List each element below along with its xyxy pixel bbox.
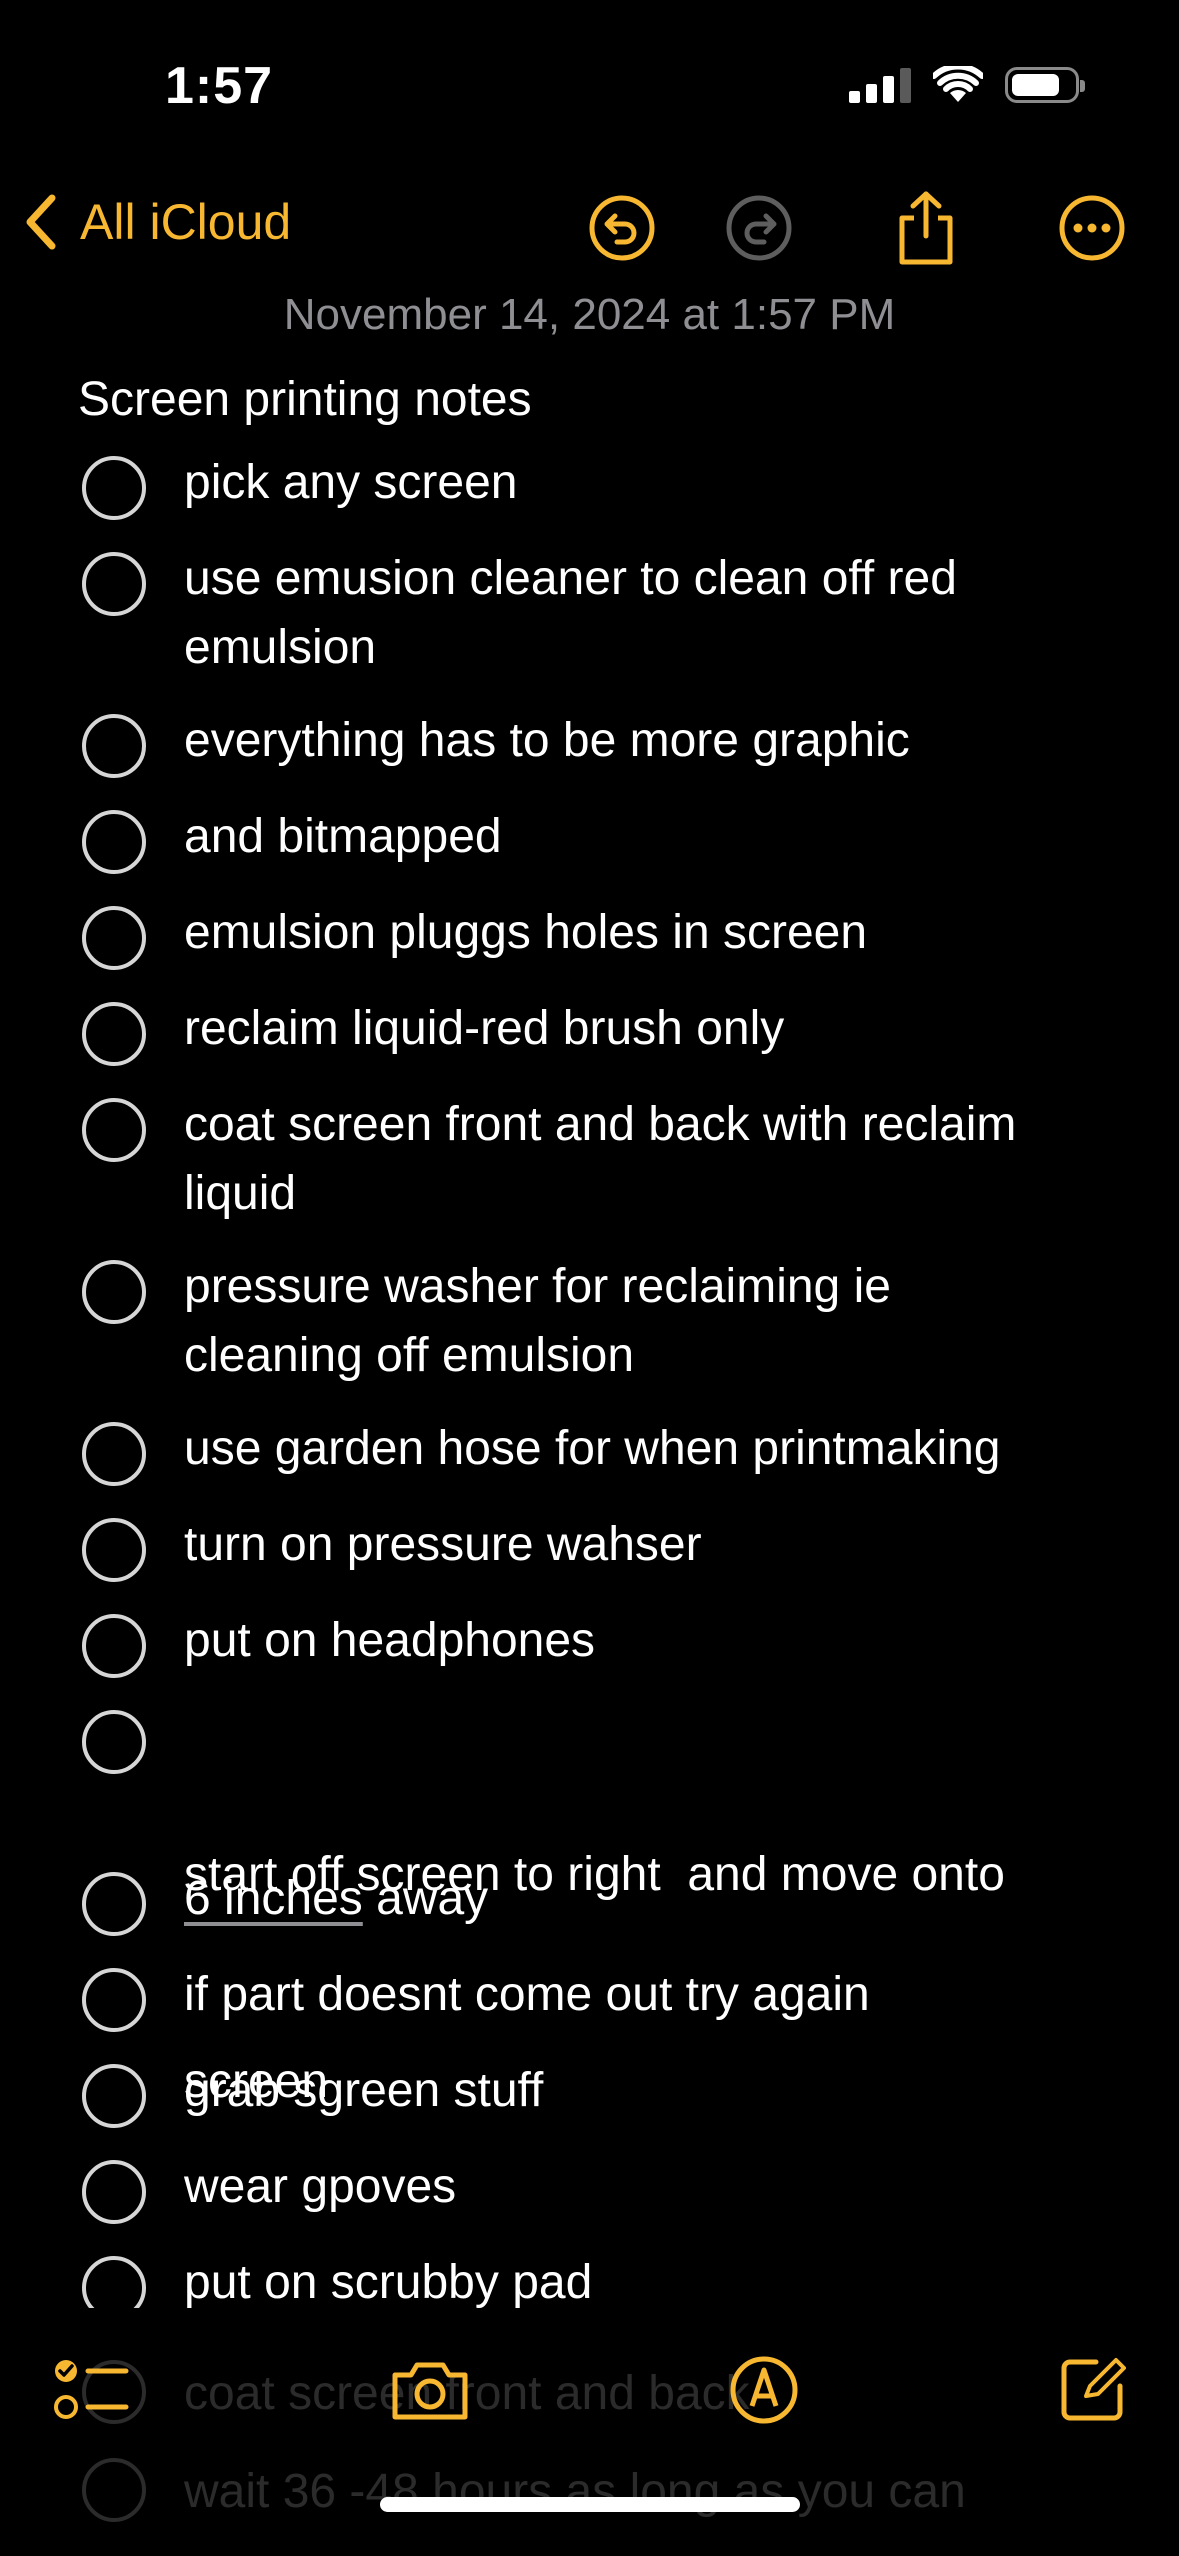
status-time: 1:57 bbox=[165, 57, 274, 115]
battery-icon bbox=[1005, 67, 1085, 103]
checklist-icon bbox=[54, 2360, 129, 2419]
checkbox-circle[interactable] bbox=[82, 1098, 146, 1162]
redo-icon bbox=[726, 195, 792, 261]
more-button[interactable] bbox=[1046, 182, 1138, 274]
checklist-item-text[interactable]: 6 inches away bbox=[184, 1864, 1124, 1933]
checkbox-circle[interactable] bbox=[82, 2160, 146, 2224]
checklist-item-text[interactable]: grab sgreen stuff bbox=[184, 2056, 1124, 2125]
compose-icon bbox=[1061, 2358, 1126, 2421]
wifi-icon bbox=[933, 66, 983, 102]
home-indicator[interactable] bbox=[380, 2497, 800, 2512]
markup-icon bbox=[730, 2356, 798, 2424]
note-date: November 14, 2024 at 1:57 PM bbox=[283, 290, 896, 339]
checkbox-circle[interactable] bbox=[82, 2256, 146, 2308]
checklist-item-text[interactable]: put on headphones bbox=[184, 1606, 1124, 1675]
undo-icon bbox=[589, 195, 655, 261]
checkbox-circle[interactable] bbox=[82, 1260, 146, 1324]
checkbox-circle[interactable] bbox=[82, 456, 146, 520]
camera-button[interactable] bbox=[380, 2340, 480, 2440]
share-icon bbox=[899, 191, 953, 265]
bottom-toolbar-background: coat screen front and back wait 36 -48 h… bbox=[0, 2310, 1179, 2556]
status-icons bbox=[849, 66, 1085, 104]
checklist-item-text[interactable]: and bitmapped bbox=[184, 802, 1124, 871]
back-label: All iCloud bbox=[80, 194, 292, 250]
faded-checkbox-circle bbox=[82, 2458, 146, 2522]
checklist-item-text[interactable]: pressure washer for reclaiming ie cleani… bbox=[184, 1252, 1124, 1390]
checkbox-circle[interactable] bbox=[82, 1872, 146, 1936]
checkbox-circle[interactable] bbox=[82, 1422, 146, 1486]
checklist-item-text[interactable]: coat screen front and back with reclaim … bbox=[184, 1090, 1124, 1228]
note-title[interactable]: Screen printing notes bbox=[78, 372, 532, 427]
checkbox-circle[interactable] bbox=[82, 1968, 146, 2032]
markup-button[interactable] bbox=[714, 2340, 814, 2440]
checkbox-circle[interactable] bbox=[82, 552, 146, 616]
chevron-left-icon bbox=[26, 194, 56, 250]
checkbox-circle[interactable] bbox=[82, 1614, 146, 1678]
checkbox-circle[interactable] bbox=[82, 2064, 146, 2128]
checklist-item-text[interactable]: if part doesnt come out try again bbox=[184, 1960, 1124, 2029]
checkbox-circle[interactable] bbox=[82, 1518, 146, 1582]
checkbox-circle[interactable] bbox=[82, 1002, 146, 1066]
checklist-item-text[interactable]: put on scrubby pad bbox=[184, 2248, 1124, 2308]
checklist-item-text[interactable]: pick any screen bbox=[184, 448, 1124, 517]
share-button[interactable] bbox=[880, 182, 972, 274]
checklist-item-text[interactable]: everything has to be more graphic bbox=[184, 706, 1124, 775]
compose-button[interactable] bbox=[1042, 2340, 1142, 2440]
checklist-button[interactable] bbox=[42, 2340, 142, 2440]
checklist-item-text[interactable]: use garden hose for when printmaking bbox=[184, 1414, 1124, 1483]
checklist-item-text[interactable]: reclaim liquid-red brush only bbox=[184, 994, 1124, 1063]
redo-button[interactable] bbox=[713, 182, 805, 274]
camera-icon bbox=[392, 2362, 468, 2420]
checklist-item-text[interactable]: wear gpoves bbox=[184, 2152, 1124, 2221]
checkbox-circle[interactable] bbox=[82, 1710, 146, 1774]
cellular-signal-icon bbox=[849, 67, 911, 103]
nav-bar: All iCloud bbox=[0, 170, 1179, 290]
undo-button[interactable] bbox=[576, 182, 668, 274]
checklist-item-text[interactable]: emulsion pluggs holes in screen bbox=[184, 898, 1124, 967]
checkbox-circle[interactable] bbox=[82, 810, 146, 874]
checklist-item-text[interactable]: use emusion cleaner to clean off red emu… bbox=[184, 544, 1124, 682]
checkbox-circle[interactable] bbox=[82, 714, 146, 778]
underlined-text: 6 inches bbox=[184, 1872, 363, 1925]
more-icon bbox=[1059, 195, 1125, 261]
checkbox-circle[interactable] bbox=[82, 906, 146, 970]
back-button[interactable]: All iCloud bbox=[22, 192, 291, 252]
checklist-item-text[interactable]: turn on pressure wahser bbox=[184, 1510, 1124, 1579]
checklist: pick any screen use emusion cleaner to c… bbox=[0, 448, 1179, 2308]
status-bar: 1:57 bbox=[0, 0, 1179, 170]
